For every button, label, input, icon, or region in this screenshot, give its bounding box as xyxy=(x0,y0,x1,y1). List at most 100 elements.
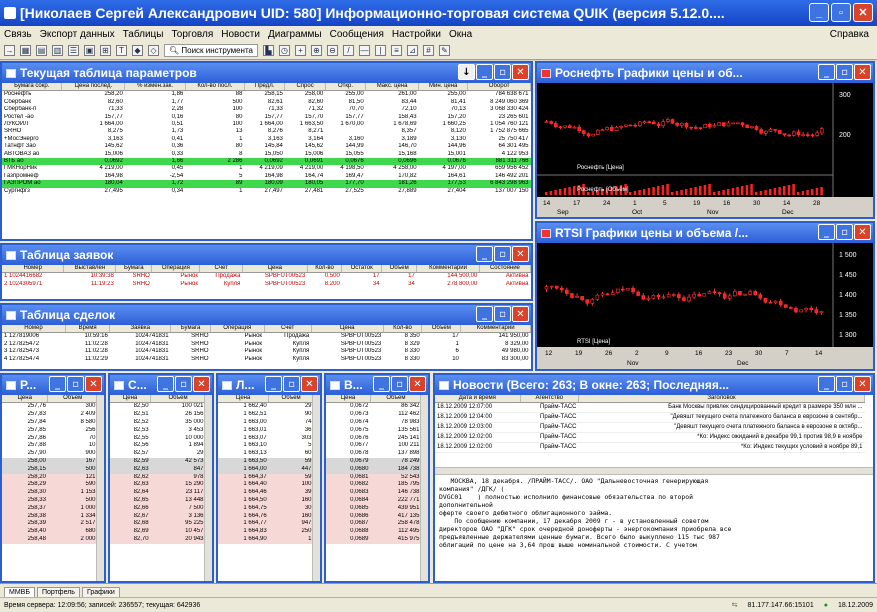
params-row[interactable]: АВТОВАЗ ао 15,006 0,33 8 15,050 15,006 15,055 1… xyxy=(2,151,531,158)
news-close-button[interactable]: ✕ xyxy=(854,376,871,392)
deals-titlebar[interactable]: Таблица сделок _ ▫ ✕ xyxy=(2,305,531,325)
quote-row[interactable]: 0,0686 417 135 xyxy=(326,512,422,521)
channel-icon[interactable]: ≡ xyxy=(391,45,402,56)
quote-row[interactable]: 258,15 500 xyxy=(2,465,98,474)
table2-icon[interactable]: ▤ xyxy=(36,45,47,56)
quote-row[interactable]: 1 664,76 160 xyxy=(218,512,314,521)
quote-row[interactable]: 1 664,00 447 xyxy=(218,465,314,474)
quote-row[interactable]: 0,0675 135 561 xyxy=(326,426,422,435)
rosneft-maximize-button[interactable]: ▫ xyxy=(836,64,853,80)
portfolio-icon[interactable]: ⊞ xyxy=(100,45,111,56)
news-minimize-button[interactable]: _ xyxy=(818,376,835,392)
menu-messages[interactable]: Сообщения xyxy=(326,29,388,40)
params-row[interactable]: +МосЭнерго 3,163 0,41 1 3,163 3,164 3,160 3,189… xyxy=(2,136,531,143)
quote-row[interactable]: 258,33 500 xyxy=(2,496,98,505)
rosneft-chart[interactable]: 300 200 Роснефть [Цена] Роснефть [Объём] 14 1… xyxy=(537,83,873,217)
deals-row[interactable]: 1 127819006 10:59:16 1024741831 SRHO Рынок Пр… xyxy=(2,333,531,341)
text-icon[interactable]: T xyxy=(116,45,127,56)
quote-row[interactable]: 1 664,83 250 xyxy=(218,528,314,536)
deals-minimize-button[interactable]: _ xyxy=(476,306,493,322)
quote-row[interactable]: 0,0672 86 342 xyxy=(326,402,422,412)
rtsi-close-button[interactable]: ✕ xyxy=(854,224,871,240)
quote-maximize-button[interactable]: ▫ xyxy=(175,376,192,392)
quote-close-button[interactable]: ✕ xyxy=(193,376,210,392)
quote-row[interactable]: 0,0673 112 462 xyxy=(326,411,422,419)
params-row[interactable]: Роснефть 258,20 1,86 88 258,15 258,00 255,00 26… xyxy=(2,91,531,99)
quote-row[interactable]: 1 663,07 303 xyxy=(218,434,314,443)
quote-row[interactable]: 82,64 23 117 xyxy=(110,489,206,497)
menu-tables[interactable]: Таблицы xyxy=(119,29,168,40)
news-row[interactable]: 18.12.2009 12:03:00 Прайм-ТАСС "Девяшт тек… xyxy=(435,422,865,434)
app-close-button[interactable]: ✕ xyxy=(853,3,873,22)
rosneft-minimize-button[interactable]: _ xyxy=(818,64,835,80)
quote-minimize-button[interactable]: _ xyxy=(265,376,282,392)
quote-row[interactable]: 0,0679 78 249 xyxy=(326,457,422,466)
quote-row[interactable]: 0,0674 78 983 xyxy=(326,419,422,427)
clock-icon[interactable]: ◷ xyxy=(279,45,290,56)
quote-row[interactable]: 0,0684 222 771 xyxy=(326,496,422,505)
quote-row[interactable]: 0,0676 245 141 xyxy=(326,434,422,443)
quote-row[interactable]: 82,52 35 000 xyxy=(110,419,206,427)
quote-row[interactable]: 258,38 1 334 xyxy=(2,512,98,521)
params-row[interactable]: Ростел -ао 157,77 0,16 80 157,77 157,70 157,77… xyxy=(2,114,531,121)
chart-icon[interactable]: ▙ xyxy=(263,45,274,56)
quote-row[interactable]: 258,20 121 xyxy=(2,473,98,482)
quote-row[interactable]: 82,59 42 573 xyxy=(110,457,206,466)
orders-maximize-button[interactable]: ▫ xyxy=(494,246,511,262)
quote-row[interactable]: 1 664,40 100 xyxy=(218,481,314,490)
params-titlebar[interactable]: Текущая таблица параметров ↓ _ ▫ ✕ xyxy=(2,63,531,83)
quote-row[interactable]: 82,55 10 000 xyxy=(110,434,206,443)
params-menu-button[interactable]: ↓ xyxy=(458,64,475,80)
quote-row[interactable]: 82,68 95 225 xyxy=(110,520,206,529)
app-maximize-button[interactable]: ▫ xyxy=(831,3,851,22)
menu-settings[interactable]: Настройки xyxy=(388,29,445,40)
connect-icon[interactable]: → xyxy=(4,45,15,56)
quote-row[interactable]: 82,67 3 136 xyxy=(110,512,206,521)
news-titlebar[interactable]: Новости (Всего: 263; В окне: 263; Послед… xyxy=(435,375,873,395)
orders-icon[interactable]: ☰ xyxy=(68,45,79,56)
params-row[interactable]: ГАЗПРОМ ао 180,04 1,72 89 180,09 180,05 177,70… xyxy=(2,180,531,188)
quote-row[interactable]: 1 664,90 1 xyxy=(218,535,314,544)
vline-icon[interactable]: | xyxy=(375,45,386,56)
quote-scrollbar[interactable] xyxy=(420,395,428,581)
hline-icon[interactable]: — xyxy=(359,45,370,56)
quote-row[interactable]: 82,51 26 156 xyxy=(110,411,206,419)
params-row[interactable]: Газпромнеф 164,98 -2,54 5 164,98 164,74 169,47… xyxy=(2,173,531,180)
quote-minimize-button[interactable]: _ xyxy=(373,376,390,392)
tab-portfolio[interactable]: Портфель xyxy=(36,587,80,597)
quote-close-button[interactable]: ✕ xyxy=(301,376,318,392)
menu-charts[interactable]: Диаграммы xyxy=(264,29,326,40)
zoom-in-icon[interactable]: ⊕ xyxy=(311,45,322,56)
params-minimize-button[interactable]: _ xyxy=(476,64,493,80)
quotes-icon[interactable]: ▥ xyxy=(52,45,63,56)
quote-row[interactable]: 0,0678 137 898 xyxy=(326,450,422,458)
quote-row[interactable]: 0,0677 100 211 xyxy=(326,442,422,451)
orders-row[interactable]: 2 1024305971 11:19:23 SRHO Рынок Купля SPBFUT… xyxy=(2,281,531,288)
orders-titlebar[interactable]: Таблица заявок _ ▫ ✕ xyxy=(2,245,531,265)
params-row[interactable]: Сбербанк-п 71,33 2,28 100 71,33 71,32 70,70 72,… xyxy=(2,106,531,113)
sell-icon[interactable]: ◇ xyxy=(148,45,159,56)
quote-row[interactable]: 1 664,75 30 xyxy=(218,504,314,513)
quote-row[interactable]: 257,83 2 409 xyxy=(2,411,98,419)
quote-row[interactable]: 82,53 3 453 xyxy=(110,426,206,435)
params-row[interactable]: ЛУКОЙЛ 1 664,00 0,51 100 1 664,00 1 663,50 1 6… xyxy=(2,121,531,128)
buy-icon[interactable]: ◆ xyxy=(132,45,143,56)
quote-titlebar[interactable]: С... _ ▫ ✕ xyxy=(110,375,212,395)
rtsi-maximize-button[interactable]: ▫ xyxy=(836,224,853,240)
crosshair-icon[interactable]: + xyxy=(295,45,306,56)
menu-windows[interactable]: Окна xyxy=(445,29,476,40)
quote-row[interactable]: 257,90 900 xyxy=(2,450,98,458)
deals-close-button[interactable]: ✕ xyxy=(512,306,529,322)
params-maximize-button[interactable]: ▫ xyxy=(494,64,511,80)
menu-export[interactable]: Экспорт данных xyxy=(36,29,119,40)
quote-row[interactable]: 1 663,00 74 xyxy=(218,419,314,427)
params-row[interactable]: ВТБ ао 0,0692 1,66 2 286 0,0692 0,0691 0,0676 0… xyxy=(2,158,531,166)
quote-close-button[interactable]: ✕ xyxy=(85,376,102,392)
deals-maximize-button[interactable]: ▫ xyxy=(494,306,511,322)
quote-maximize-button[interactable]: ▫ xyxy=(283,376,300,392)
quote-row[interactable]: 0,0685 439 951 xyxy=(326,504,422,513)
zoom-out-icon[interactable]: ⊖ xyxy=(327,45,338,56)
quote-row[interactable]: 258,40 680 xyxy=(2,528,98,536)
params-close-button[interactable]: ✕ xyxy=(512,64,529,80)
params-row[interactable]: Татнфт 3ао 145,62 0,36 80 145,84 145,62 144,99… xyxy=(2,143,531,150)
